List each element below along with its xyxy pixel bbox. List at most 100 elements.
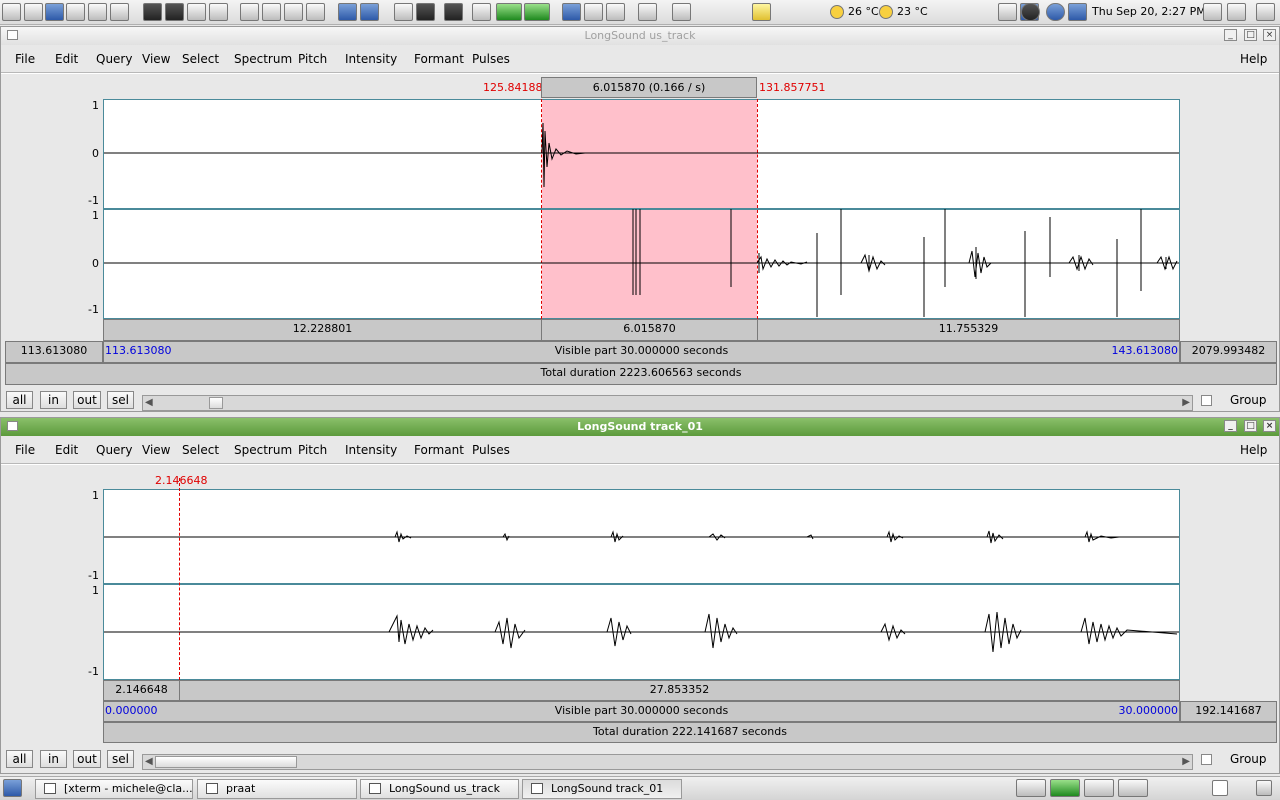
window-icon (44, 783, 56, 794)
window4-icon[interactable] (306, 3, 325, 21)
visible-part-label: Visible part 30.000000 seconds (554, 704, 729, 717)
package-icon[interactable] (88, 3, 107, 21)
window-icon[interactable] (240, 3, 259, 21)
workspace-2-icon[interactable] (1050, 779, 1080, 797)
notification-icon[interactable] (1256, 780, 1272, 796)
display-icon[interactable] (338, 3, 357, 21)
notebook-icon[interactable] (1068, 3, 1087, 21)
home-icon[interactable] (24, 3, 43, 21)
visible-part-bar[interactable]: 113.613080 Visible part 30.000000 second… (103, 341, 1180, 363)
task-us-track[interactable]: LongSound us_track (360, 779, 519, 799)
group-checkbox[interactable] (1201, 754, 1212, 765)
terminal-icon[interactable] (143, 3, 162, 21)
y2-axis-top: 1 (92, 209, 99, 222)
scroll-left-icon[interactable]: ◀ (145, 756, 153, 768)
y-axis-top: 1 (92, 99, 99, 112)
trash-applet-icon[interactable] (1212, 780, 1228, 796)
clock[interactable]: Thu Sep 20, 2:27 PM (1092, 5, 1206, 18)
network-icon[interactable] (66, 3, 85, 21)
notes-icon[interactable] (209, 3, 228, 21)
workspace-1-icon[interactable] (1016, 779, 1046, 797)
terminal2-icon[interactable] (165, 3, 184, 21)
workspace-icon[interactable] (638, 3, 657, 21)
window-start-bar[interactable]: 113.613080 (5, 341, 103, 363)
window2-icon[interactable] (262, 3, 281, 21)
scroll-thumb[interactable] (209, 397, 223, 409)
sun-icon (879, 5, 893, 19)
y2-axis-zero: 0 (92, 257, 99, 270)
volume2-icon[interactable] (1227, 3, 1246, 21)
window-end-bar[interactable]: 192.141687 (1180, 701, 1277, 722)
volume-icon[interactable] (1203, 3, 1222, 21)
trash-icon[interactable] (584, 3, 603, 21)
zoom-all-button[interactable]: all (6, 750, 33, 768)
task-label: LongSound us_track (389, 782, 500, 795)
window-icon (531, 783, 543, 794)
task-label: [xterm - michele@cla... (64, 782, 193, 795)
zoom-out-button[interactable]: out (73, 750, 101, 768)
scroll-thumb[interactable] (155, 756, 297, 768)
scroll-left-icon[interactable]: ◀ (145, 397, 153, 409)
browser-icon[interactable] (45, 3, 64, 21)
zoom-in-button[interactable]: in (40, 391, 67, 409)
folder-icon[interactable] (752, 3, 771, 21)
system-monitor-icon (472, 3, 491, 21)
tool-icon[interactable] (672, 3, 691, 21)
y-axis-bottom: -1 (88, 194, 99, 207)
weather-icon (830, 5, 844, 19)
clock-tray-icon[interactable] (1046, 3, 1065, 21)
y-axis-zero: 0 (92, 147, 99, 160)
zoom-all-button[interactable]: all (6, 391, 33, 409)
weather-temp-1: 26 °C (848, 5, 879, 18)
total-duration-bar[interactable]: Total duration 222.141687 seconds (103, 722, 1277, 743)
y2-axis-bottom: -1 (88, 303, 99, 316)
text-editor-icon[interactable] (187, 3, 206, 21)
visible-end-label: 143.613080 (1111, 344, 1178, 357)
total-duration-bar[interactable]: Total duration 2223.606563 seconds (5, 363, 1277, 385)
taskbar: [xterm - michele@cla... praat LongSound … (0, 776, 1280, 800)
workspace-4-icon[interactable] (1118, 779, 1148, 797)
window3-icon[interactable] (284, 3, 303, 21)
window-end-bar[interactable]: 2079.993482 (1180, 341, 1277, 363)
scroll-right-icon[interactable]: ▶ (1182, 756, 1190, 768)
task-label: praat (226, 782, 256, 795)
task-xterm[interactable]: [xterm - michele@cla... (35, 779, 193, 799)
zoom-sel-button[interactable]: sel (107, 391, 134, 409)
segment-left-bar[interactable]: 12.228801 (103, 319, 542, 341)
zoom-out-button[interactable]: out (73, 391, 101, 409)
group-checkbox[interactable] (1201, 395, 1212, 406)
horizontal-scrollbar[interactable]: ◀ ▶ (142, 395, 1193, 411)
zoom-sel-button[interactable]: sel (107, 750, 134, 768)
gnome-foot-icon[interactable] (2, 3, 21, 21)
show-desktop-icon[interactable] (1256, 3, 1275, 21)
horizontal-scrollbar[interactable]: ◀ ▶ (142, 754, 1193, 770)
user-icon[interactable] (110, 3, 129, 21)
segment-left-bar[interactable]: 2.146648 (103, 680, 180, 701)
segment-selection-bar[interactable]: 6.015870 (541, 319, 758, 341)
y2-axis-top: 1 (92, 584, 99, 597)
save-icon[interactable] (360, 3, 379, 21)
desktop-icon[interactable] (562, 3, 581, 21)
y-axis-bottom: -1 (88, 569, 99, 582)
segment-right-bar[interactable]: 27.853352 (179, 680, 1180, 701)
scroll-right-icon[interactable]: ▶ (1182, 397, 1190, 409)
visible-start-label: 113.613080 (105, 344, 172, 357)
visible-start-label: 0.000000 (105, 704, 158, 717)
memory-icon (416, 3, 435, 21)
visible-part-label: Visible part 30.000000 seconds (554, 344, 729, 357)
show-desktop-icon[interactable] (3, 779, 22, 797)
disk-icon[interactable] (606, 3, 625, 21)
workspace-3-icon[interactable] (1084, 779, 1114, 797)
amarok-icon[interactable] (1021, 3, 1040, 21)
task-track-01[interactable]: LongSound track_01 (522, 779, 682, 799)
task-praat[interactable]: praat (197, 779, 357, 799)
zoom-in-button[interactable]: in (40, 750, 67, 768)
tray-window-icon[interactable] (998, 3, 1017, 21)
group-label: Group (1230, 393, 1267, 407)
cpu-graph-icon (524, 3, 550, 21)
segment-right-bar[interactable]: 11.755329 (757, 319, 1180, 341)
window-track-01: LongSound track_01 _ □ × File Edit Query… (0, 417, 1280, 774)
weather-temp-2: 23 °C (897, 5, 928, 18)
task-label: LongSound track_01 (551, 782, 664, 795)
visible-part-bar[interactable]: 0.000000 Visible part 30.000000 seconds … (103, 701, 1180, 722)
